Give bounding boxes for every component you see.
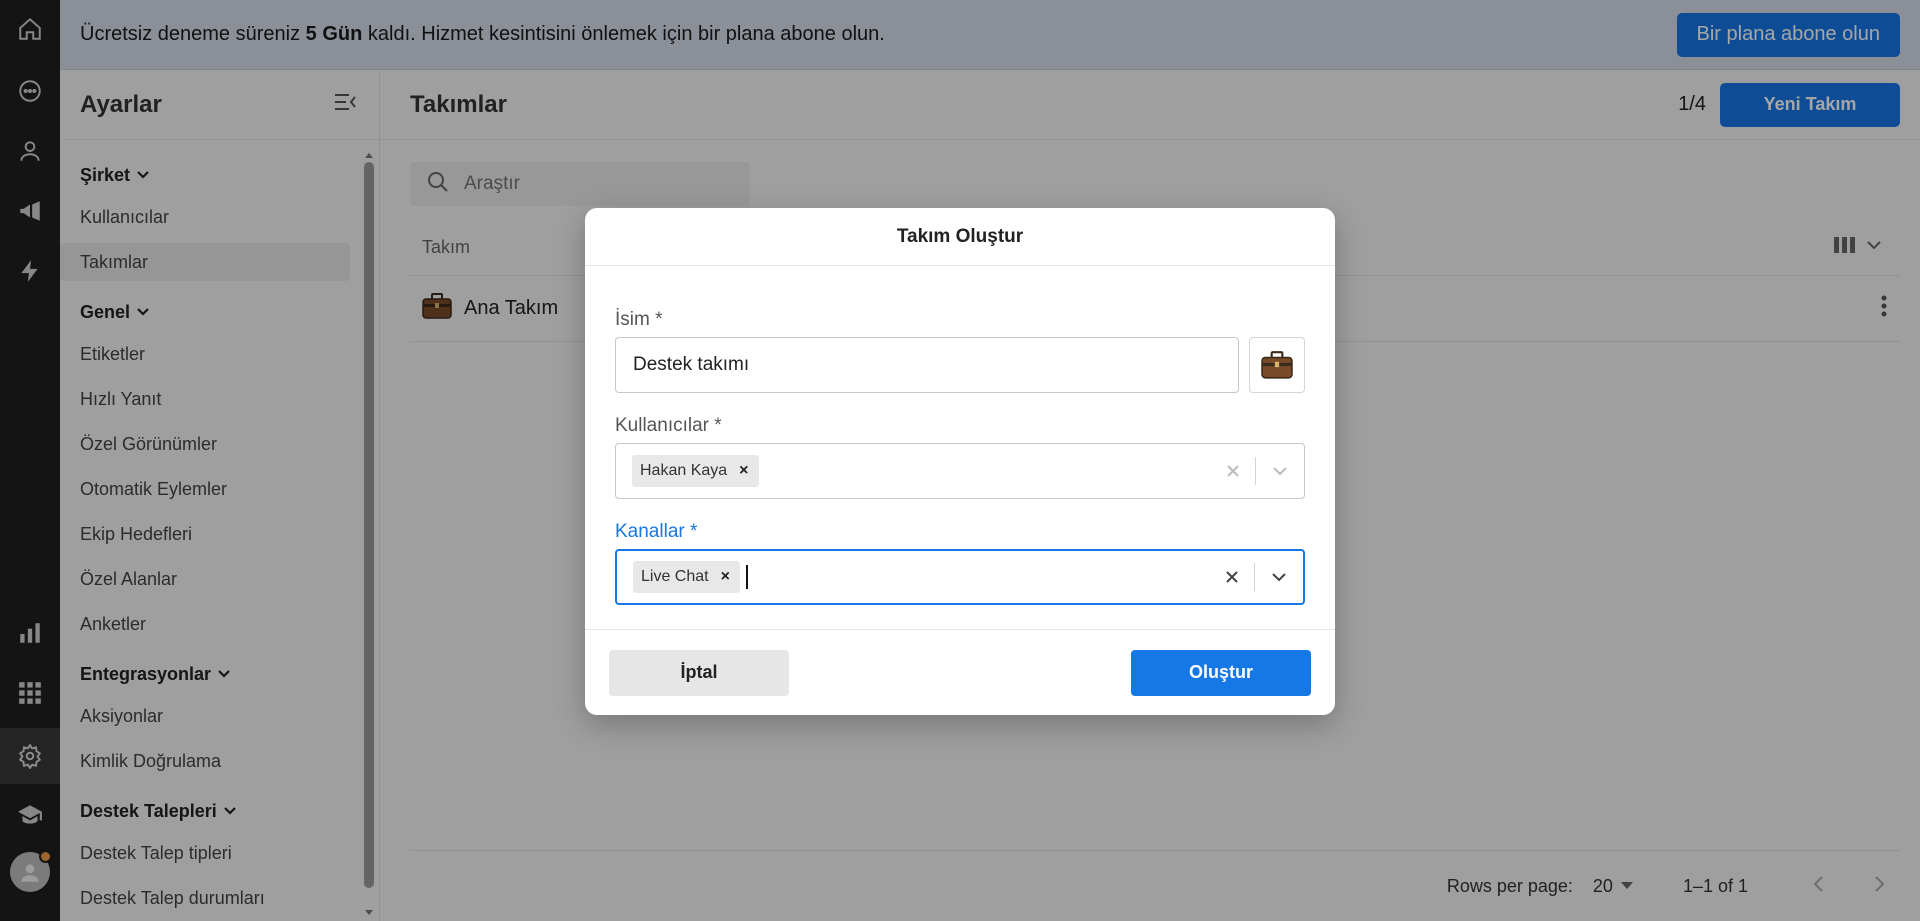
chevron-down-icon[interactable] (1256, 466, 1304, 476)
users-label: Kullanıcılar * (615, 415, 722, 436)
channels-label: Kanallar * (615, 521, 698, 542)
name-label: İsim * (615, 309, 663, 330)
modal-title: Takım Oluştur (585, 208, 1335, 266)
remove-chip-icon[interactable]: × (719, 568, 732, 586)
clear-icon[interactable] (1211, 464, 1255, 478)
modal-footer: İptal Oluştur (585, 629, 1335, 715)
clear-icon[interactable] (1210, 570, 1254, 584)
channel-chip: Live Chat × (633, 561, 740, 593)
create-button[interactable]: Oluştur (1131, 649, 1311, 696)
channels-select[interactable]: Live Chat × (615, 549, 1305, 605)
user-chip: Hakan Kaya × (632, 455, 759, 487)
team-icon-picker[interactable] (1249, 337, 1305, 393)
create-team-modal: Takım Oluştur İsim * Kullanıcılar * Haka… (585, 208, 1335, 715)
chevron-down-icon[interactable] (1255, 572, 1303, 582)
briefcase-icon (1261, 351, 1293, 379)
users-select[interactable]: Hakan Kaya × (615, 443, 1305, 499)
text-caret (745, 565, 748, 589)
cancel-button[interactable]: İptal (609, 649, 789, 696)
remove-chip-icon[interactable]: × (737, 462, 750, 480)
team-name-input[interactable] (615, 337, 1239, 393)
